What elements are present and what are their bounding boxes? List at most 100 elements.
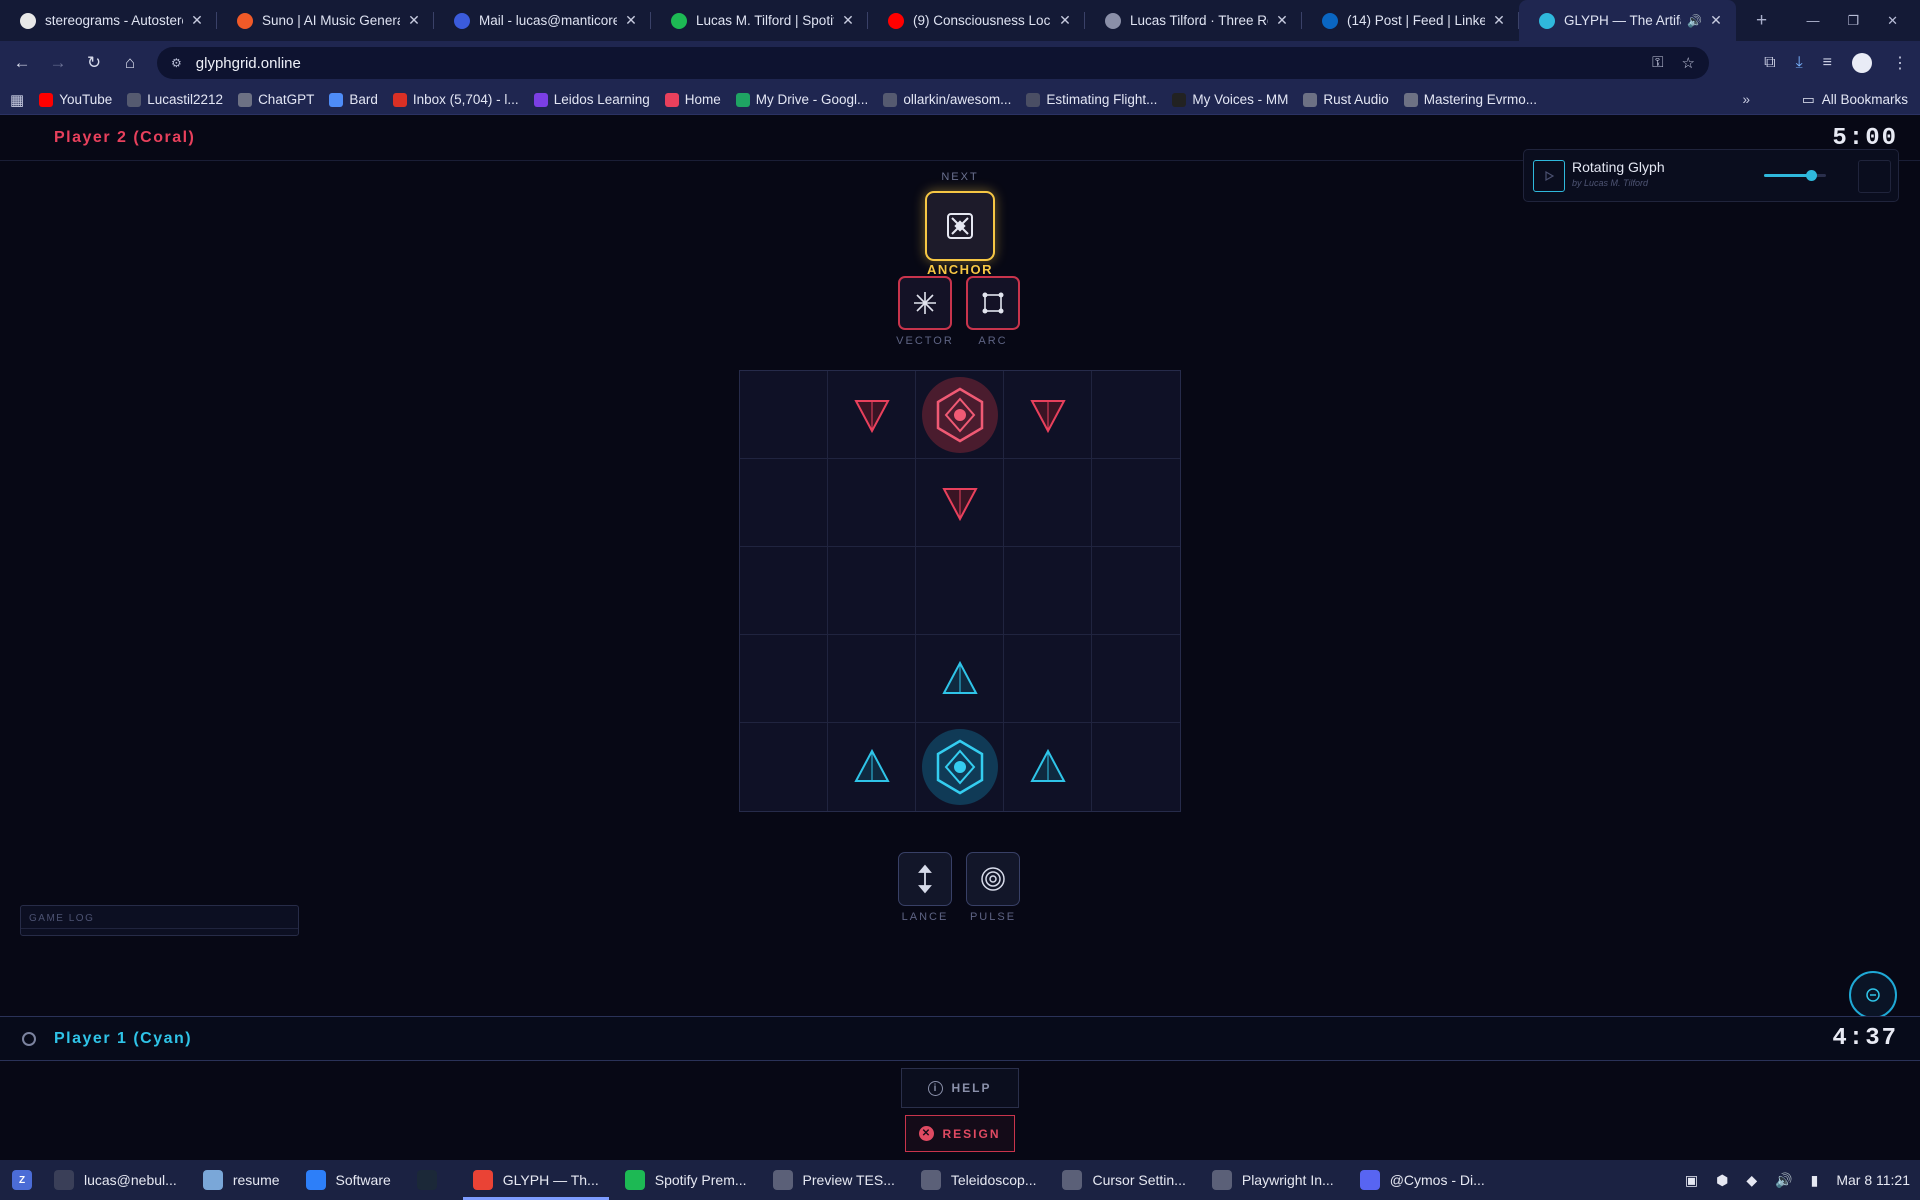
taskbar-item[interactable]: Spotify Prem... (615, 1160, 757, 1200)
taskbar-item[interactable]: resume (193, 1160, 290, 1200)
bookmarks-overflow-icon[interactable]: » (1742, 92, 1750, 107)
tab-close-icon[interactable]: ✕ (623, 12, 639, 29)
board-cell[interactable] (916, 723, 1004, 811)
bookmark-item[interactable]: ChatGPT (238, 92, 314, 107)
battery-icon[interactable]: ▮ (1811, 1172, 1819, 1189)
browser-tab[interactable]: Suno | AI Music Generato ✕ (217, 0, 434, 41)
board-cell[interactable] (828, 371, 916, 459)
taskbar-item[interactable]: Teleidoscop... (911, 1160, 1047, 1200)
key-icon[interactable]: ⚿ (1652, 54, 1663, 72)
board-cell[interactable] (1004, 371, 1092, 459)
bookmark-item[interactable]: ollarkin/awesom... (883, 92, 1011, 107)
board-cell[interactable] (1004, 459, 1092, 547)
taskbar-item[interactable]: @Cymos - Di... (1350, 1160, 1495, 1200)
apps-icon[interactable]: ▦ (10, 91, 24, 109)
reload-icon[interactable]: ↻ (76, 53, 112, 73)
back-icon[interactable]: ← (4, 53, 40, 73)
tab-close-icon[interactable]: ✕ (840, 12, 856, 29)
bookmark-item[interactable]: Inbox (5,704) - l... (392, 92, 519, 107)
bookmark-item[interactable]: Home (664, 92, 721, 107)
browser-tab[interactable]: Lucas Tilford · Three Ro ✕ (1085, 0, 1302, 41)
bookmark-item[interactable]: Bard (329, 92, 378, 107)
media-control-icon[interactable]: ≡ (1823, 54, 1832, 72)
audio-icon[interactable]: 🔊 (1687, 14, 1702, 28)
board-cell[interactable] (1004, 547, 1092, 635)
bookmark-item[interactable]: My Voices - MM (1172, 92, 1288, 107)
board-cell[interactable] (828, 635, 916, 723)
volume-slider[interactable] (1764, 170, 1826, 181)
taskbar-item[interactable] (407, 1160, 457, 1200)
cyan-piece-lance[interactable] (898, 852, 952, 906)
wifi-icon[interactable]: ◆ (1746, 1172, 1757, 1189)
resign-button[interactable]: ✕ RESIGN (905, 1115, 1015, 1152)
taskbar-item[interactable]: Cursor Settin... (1052, 1160, 1195, 1200)
board-cell[interactable] (1092, 371, 1180, 459)
browser-tab[interactable]: GLYPH — The Artifact 🔊 ✕ (1519, 0, 1736, 41)
browser-tab[interactable]: stereograms - Autosterec ✕ (0, 0, 217, 41)
coral-triangle-piece[interactable] (852, 395, 892, 435)
board-cell[interactable] (740, 371, 828, 459)
taskbar-item[interactable]: Playwright In... (1202, 1160, 1344, 1200)
game-log[interactable]: GAME LOG (20, 905, 299, 936)
cyan-triangle-piece[interactable] (1028, 747, 1068, 787)
coral-core-piece[interactable] (920, 375, 1000, 455)
star-icon[interactable]: ☆ (1682, 54, 1695, 72)
address-bar[interactable]: ⚙ glyphgrid.online ⚿ ☆ (157, 47, 1709, 79)
bookmark-item[interactable]: My Drive - Googl... (735, 92, 868, 107)
minimize-icon[interactable]: — (1806, 13, 1819, 28)
home-icon[interactable]: ⌂ (112, 53, 148, 73)
board-cell[interactable] (1004, 635, 1092, 723)
coral-triangle-piece[interactable] (1028, 395, 1068, 435)
start-menu-button[interactable]: Z (0, 1160, 44, 1200)
taskbar-item[interactable]: Preview TES... (763, 1160, 905, 1200)
volume-icon[interactable]: 🔊 (1775, 1172, 1792, 1189)
browser-tab[interactable]: (9) Consciousness Lock ✕ (868, 0, 1085, 41)
browser-tab[interactable]: Mail - lucas@manticore ✕ (434, 0, 651, 41)
tab-close-icon[interactable]: ✕ (1491, 12, 1507, 29)
all-bookmarks-button[interactable]: ▭ All Bookmarks (1802, 92, 1908, 108)
volume-knob[interactable] (1805, 170, 1817, 181)
board-cell[interactable] (1092, 723, 1180, 811)
game-board[interactable] (739, 370, 1181, 812)
download-icon[interactable]: ⤓ (1796, 54, 1803, 72)
cyan-triangle-piece[interactable] (852, 747, 892, 787)
board-cell[interactable] (916, 371, 1004, 459)
board-cell[interactable] (740, 635, 828, 723)
cyan-core-piece[interactable] (920, 727, 1000, 807)
forward-icon[interactable]: → (40, 53, 76, 73)
tray-package-icon[interactable]: ⬢ (1716, 1172, 1728, 1189)
menu-icon[interactable]: ⋮ (1892, 53, 1908, 73)
bookmark-item[interactable]: YouTube (39, 92, 112, 107)
board-cell[interactable] (1092, 635, 1180, 723)
site-info-icon[interactable]: ⚙ (171, 56, 182, 70)
board-cell[interactable] (740, 459, 828, 547)
coral-triangle-piece[interactable] (940, 483, 980, 523)
play-button[interactable] (1533, 160, 1565, 192)
cyan-triangle-piece[interactable] (940, 659, 980, 699)
profile-avatar[interactable] (1852, 53, 1872, 73)
bookmark-item[interactable]: Rust Audio (1303, 92, 1389, 107)
cyan-piece-pulse[interactable] (966, 852, 1020, 906)
browser-tab[interactable]: (14) Post | Feed | Linked ✕ (1302, 0, 1519, 41)
board-cell[interactable] (828, 723, 916, 811)
board-cell[interactable] (740, 723, 828, 811)
tab-close-icon[interactable]: ✕ (189, 12, 205, 29)
taskbar-item[interactable]: Software (296, 1160, 401, 1200)
tab-close-icon[interactable]: ✕ (406, 12, 422, 29)
board-cell[interactable] (828, 459, 916, 547)
taskbar-item[interactable]: GLYPH — Th... (462, 1160, 609, 1200)
bookmark-item[interactable]: Estimating Flight... (1026, 92, 1157, 107)
restore-icon[interactable]: ❐ (1847, 13, 1859, 29)
board-cell[interactable] (1004, 723, 1092, 811)
board-cell[interactable] (1092, 459, 1180, 547)
tab-close-icon[interactable]: ✕ (1057, 12, 1073, 29)
new-tab-button[interactable]: + (1756, 0, 1767, 41)
next-piece-slot[interactable] (925, 191, 995, 261)
board-cell[interactable] (916, 635, 1004, 723)
close-window-icon[interactable]: ✕ (1887, 13, 1898, 29)
browser-tab[interactable]: Lucas M. Tilford | Spotify ✕ (651, 0, 868, 41)
help-button[interactable]: i HELP (901, 1068, 1019, 1108)
chat-fab-button[interactable] (1849, 971, 1897, 1019)
music-extra-button[interactable] (1858, 160, 1891, 193)
tray-app-icon[interactable]: ▣ (1685, 1172, 1698, 1189)
